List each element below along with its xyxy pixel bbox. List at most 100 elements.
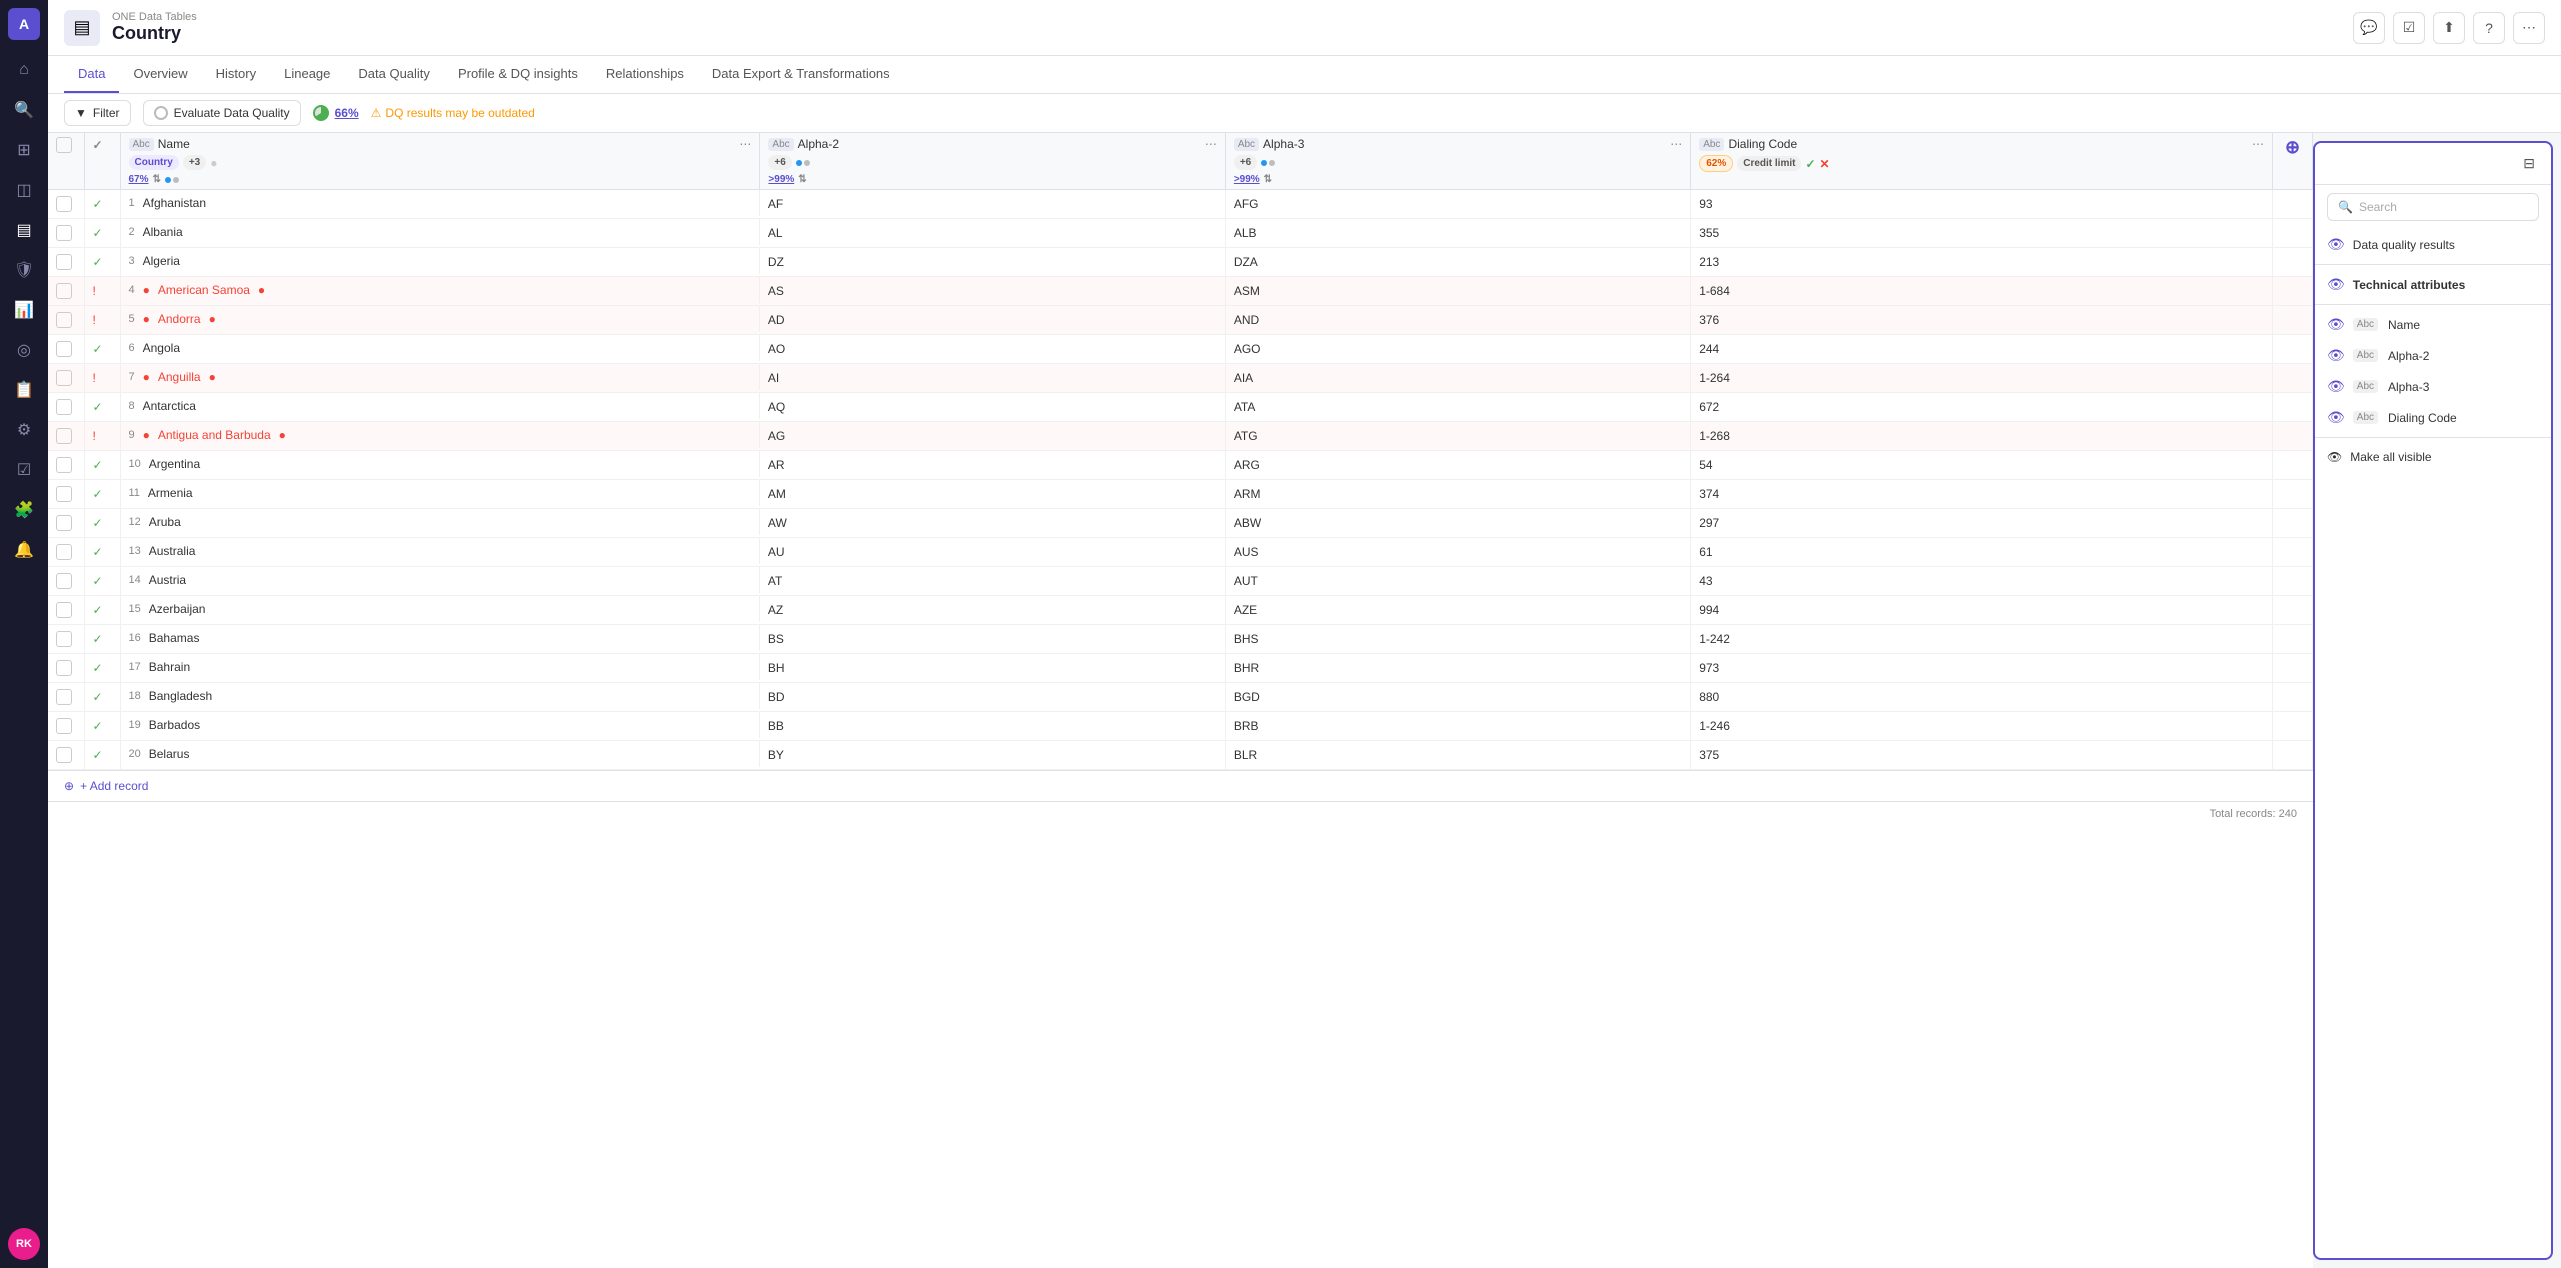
panel-item-alpha3[interactable]: 👁 Abc Alpha-3 [2315, 371, 2551, 402]
panel-toggle-icon[interactable]: ⊟ [2519, 151, 2539, 176]
add-column-icon[interactable]: ⊕ [2285, 137, 2300, 157]
row-checkbox-19[interactable] [56, 718, 72, 734]
evaluate-dq-button[interactable]: Evaluate Data Quality [143, 100, 301, 126]
add-record-button[interactable]: ⊕ + Add record [48, 770, 2313, 801]
col-more-alpha2[interactable]: ⋯ [1205, 137, 1217, 151]
row-checkbox-9[interactable] [56, 428, 72, 444]
row-checkbox-12[interactable] [56, 515, 72, 531]
row-checkbox-2[interactable] [56, 225, 72, 241]
cell-check-3[interactable] [48, 248, 84, 277]
row-checkbox-15[interactable] [56, 602, 72, 618]
col-more-alpha3[interactable]: ⋯ [1670, 137, 1682, 151]
sidebar-icon-shield[interactable]: 🛡 [6, 252, 42, 288]
row-checkbox-3[interactable] [56, 254, 72, 270]
share-button[interactable]: ⬆ [2433, 12, 2465, 44]
sidebar-icon-catalog[interactable]: 📋 [6, 372, 42, 408]
row-checkbox-20[interactable] [56, 747, 72, 763]
row-checkbox-6[interactable] [56, 341, 72, 357]
cell-check-4[interactable] [48, 277, 84, 306]
sidebar-icon-explore[interactable]: ◎ [6, 332, 42, 368]
cell-check-7[interactable] [48, 364, 84, 393]
sort-alpha3[interactable]: ⇅ [1264, 174, 1272, 185]
sidebar-icon-settings[interactable]: ⚙ [6, 412, 42, 448]
row-checkbox-14[interactable] [56, 573, 72, 589]
sort-alpha2[interactable]: ⇅ [798, 174, 806, 185]
panel-item-dq-results[interactable]: 👁 Data quality results [2315, 229, 2551, 260]
comment-button[interactable]: 💬 [2353, 12, 2385, 44]
tab-relationships[interactable]: Relationships [592, 56, 698, 93]
badge-dialing-62[interactable]: 62% [1699, 155, 1733, 172]
app-logo[interactable]: A [8, 8, 40, 40]
tab-profile-dq[interactable]: Profile & DQ insights [444, 56, 592, 93]
cell-check-18[interactable] [48, 683, 84, 712]
sort-name[interactable]: ⇅ [153, 174, 161, 185]
cell-check-19[interactable] [48, 712, 84, 741]
row-checkbox-10[interactable] [56, 457, 72, 473]
badge-country[interactable]: Country [129, 155, 179, 170]
tab-overview[interactable]: Overview [119, 56, 201, 93]
select-all-checkbox[interactable] [56, 137, 72, 153]
select-all-header[interactable] [48, 133, 84, 190]
cell-check-10[interactable] [48, 451, 84, 480]
sidebar-icon-puzzle[interactable]: 🧩 [6, 492, 42, 528]
more-button[interactable]: ⋯ [2513, 12, 2545, 44]
tab-history[interactable]: History [202, 56, 270, 93]
cell-check-15[interactable] [48, 596, 84, 625]
col-more-name[interactable]: ⋯ [739, 137, 751, 151]
panel-item-name[interactable]: 👁 Abc Name [2315, 309, 2551, 340]
sidebar-icon-home[interactable]: ⌂ [6, 52, 42, 88]
tab-data[interactable]: Data [64, 56, 119, 93]
sidebar-icon-search[interactable]: 🔍 [6, 92, 42, 128]
help-button[interactable]: ? [2473, 12, 2505, 44]
cell-check-8[interactable] [48, 393, 84, 422]
badge-x[interactable]: ✕ [1820, 157, 1830, 171]
sidebar-icon-table[interactable]: ▤ [6, 212, 42, 248]
cell-check-13[interactable] [48, 538, 84, 567]
row-checkbox-13[interactable] [56, 544, 72, 560]
row-checkbox-4[interactable] [56, 283, 72, 299]
row-checkbox-1[interactable] [56, 196, 72, 212]
user-avatar[interactable]: RK [8, 1228, 40, 1260]
table-wrapper[interactable]: ✓ Abc Name ⋯ Country [48, 133, 2313, 1268]
panel-item-technical[interactable]: 👁 Technical attributes [2315, 269, 2551, 300]
cell-check-9[interactable] [48, 422, 84, 451]
cell-check-5[interactable] [48, 306, 84, 335]
sidebar-icon-check[interactable]: ☑ [6, 452, 42, 488]
row-checkbox-11[interactable] [56, 486, 72, 502]
col-more-dialing[interactable]: ⋯ [2252, 137, 2264, 151]
tab-lineage[interactable]: Lineage [270, 56, 344, 93]
sidebar-icon-analytics[interactable]: 📊 [6, 292, 42, 328]
row-checkbox-18[interactable] [56, 689, 72, 705]
add-column-header[interactable]: ⊕ [2273, 133, 2313, 190]
tab-export[interactable]: Data Export & Transformations [698, 56, 904, 93]
tab-data-quality[interactable]: Data Quality [344, 56, 444, 93]
sidebar-icon-grid[interactable]: ⊞ [6, 132, 42, 168]
row-checkbox-16[interactable] [56, 631, 72, 647]
cell-check-14[interactable] [48, 567, 84, 596]
cell-check-2[interactable] [48, 219, 84, 248]
make-all-visible-button[interactable]: 👁 Make all visible [2315, 442, 2551, 472]
badge-plus3[interactable]: +3 [183, 155, 206, 170]
cell-check-20[interactable] [48, 741, 84, 770]
sidebar-icon-bell[interactable]: 🔔 [6, 532, 42, 568]
badge-alpha3-plus[interactable]: +6 [1234, 155, 1257, 170]
row-checkbox-5[interactable] [56, 312, 72, 328]
row-checkbox-8[interactable] [56, 399, 72, 415]
filter-button[interactable]: ▼ Filter [64, 100, 131, 126]
row-checkbox-17[interactable] [56, 660, 72, 676]
panel-item-dialing[interactable]: 👁 Abc Dialing Code [2315, 402, 2551, 433]
sidebar-icon-chart[interactable]: ◫ [6, 172, 42, 208]
cell-check-17[interactable] [48, 654, 84, 683]
panel-item-alpha2[interactable]: 👁 Abc Alpha-2 [2315, 340, 2551, 371]
pct-alpha2[interactable]: >99% [768, 174, 794, 185]
cell-check-16[interactable] [48, 625, 84, 654]
row-checkbox-7[interactable] [56, 370, 72, 386]
badge-credit-limit[interactable]: Credit limit [1737, 156, 1801, 171]
pct-name[interactable]: 67% [129, 174, 149, 185]
cell-check-1[interactable] [48, 190, 84, 219]
dq-percent[interactable]: 66% [335, 106, 359, 120]
pct-alpha3[interactable]: >99% [1234, 174, 1260, 185]
badge-alpha2-plus[interactable]: +6 [768, 155, 791, 170]
panel-search-box[interactable]: 🔍 Search [2327, 193, 2539, 221]
cell-check-12[interactable] [48, 509, 84, 538]
